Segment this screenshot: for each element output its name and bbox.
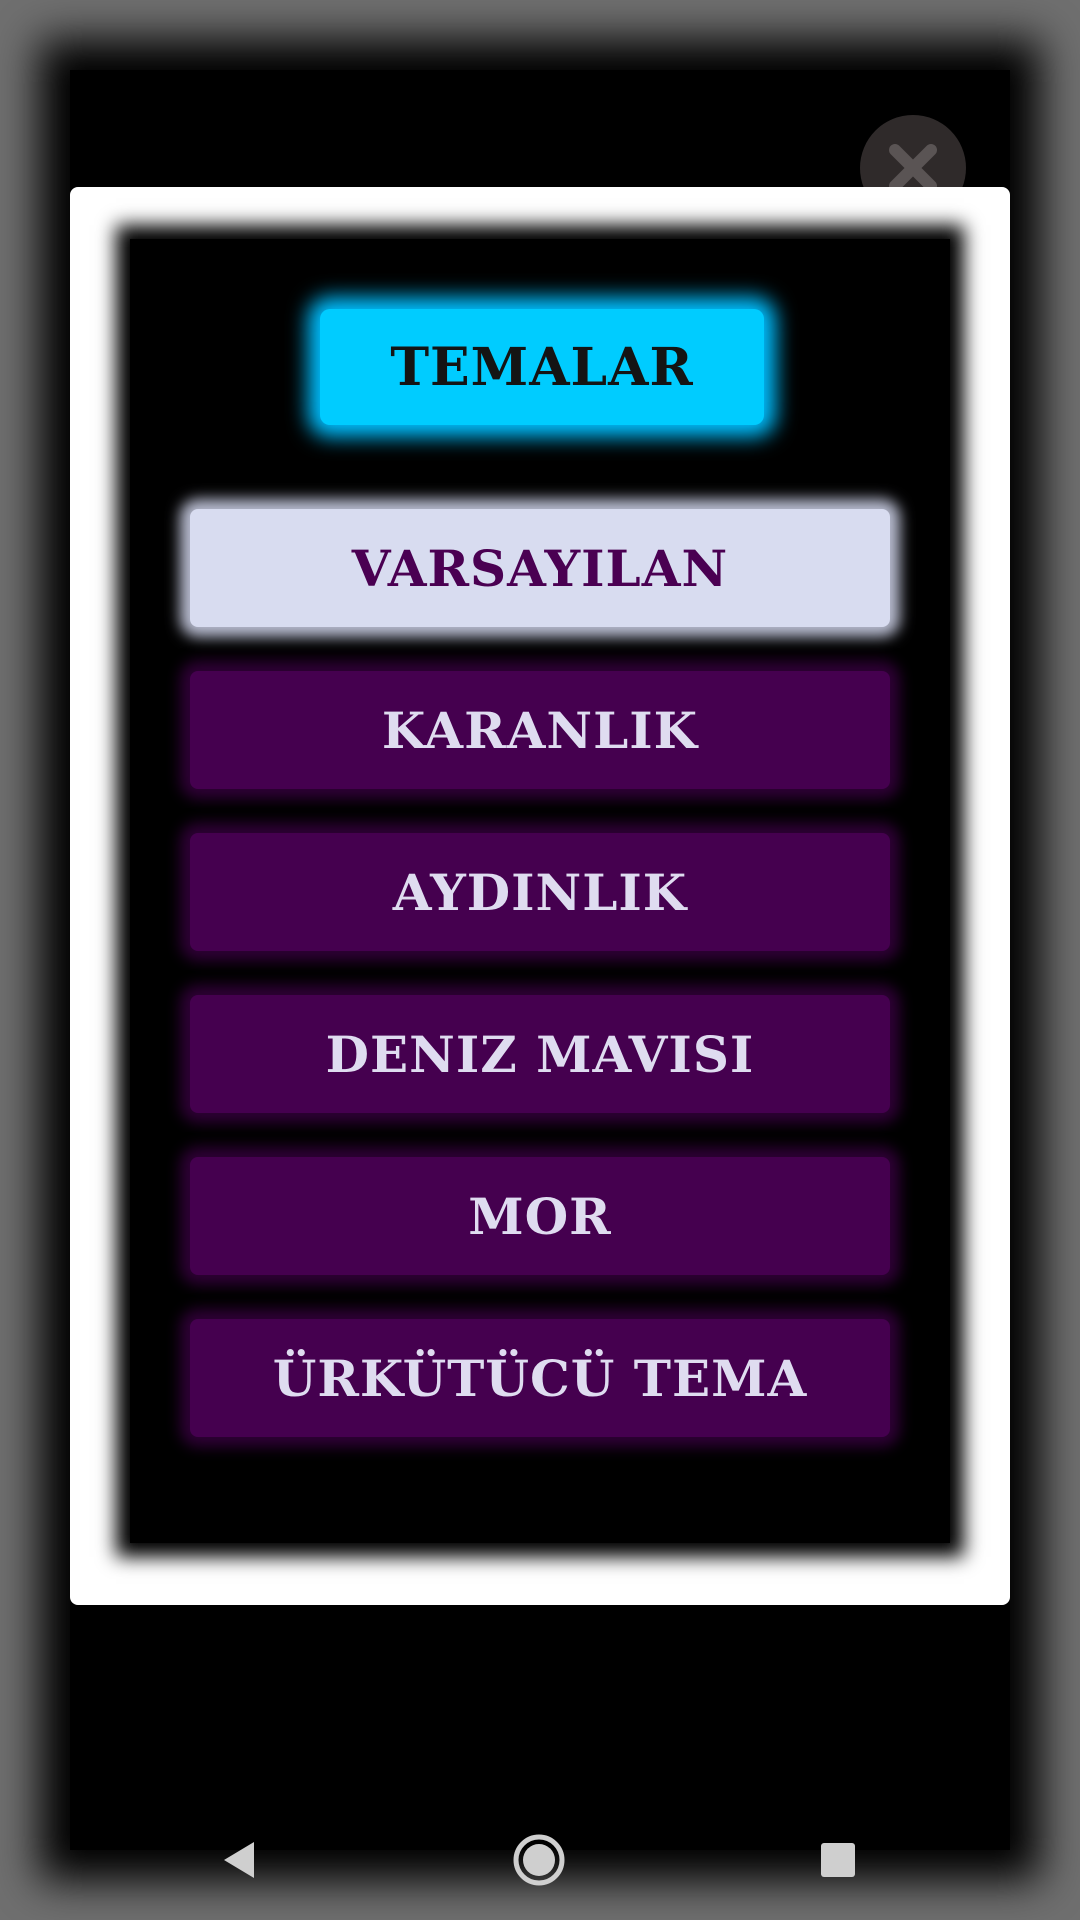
- back-button[interactable]: [210, 1830, 270, 1890]
- theme-dialog: TEMALAR VARSAYILAN KARANLIK AYDINLIK DEN…: [70, 187, 1010, 1605]
- theme-dialog-content: TEMALAR VARSAYILAN KARANLIK AYDINLIK DEN…: [130, 239, 950, 1543]
- theme-button-label: KARANLIK: [381, 700, 699, 760]
- theme-button-label: ÜRKÜTÜCÜ TEMA: [272, 1348, 808, 1408]
- dialog-title: TEMALAR: [320, 309, 764, 425]
- theme-button-label: DENIZ MAVISI: [325, 1024, 755, 1084]
- recents-icon: [821, 1843, 855, 1877]
- theme-button-varsayilan[interactable]: VARSAYILAN: [190, 509, 890, 627]
- home-icon: [513, 1834, 565, 1886]
- theme-button-aydinlik[interactable]: AYDINLIK: [190, 833, 890, 951]
- navigation-bar: [0, 1800, 1080, 1920]
- theme-button-karanlik[interactable]: KARANLIK: [190, 671, 890, 789]
- theme-button-label: MOR: [468, 1186, 612, 1246]
- theme-button-label: VARSAYILAN: [351, 538, 729, 598]
- recents-button[interactable]: [808, 1830, 868, 1890]
- home-button[interactable]: [509, 1830, 569, 1890]
- theme-button-label: AYDINLIK: [392, 862, 688, 922]
- theme-button-mor[interactable]: MOR: [190, 1157, 890, 1275]
- back-icon: [224, 1842, 254, 1878]
- theme-button-urkutucu-tema[interactable]: ÜRKÜTÜCÜ TEMA: [190, 1319, 890, 1437]
- theme-button-deniz-mavisi[interactable]: DENIZ MAVISI: [190, 995, 890, 1113]
